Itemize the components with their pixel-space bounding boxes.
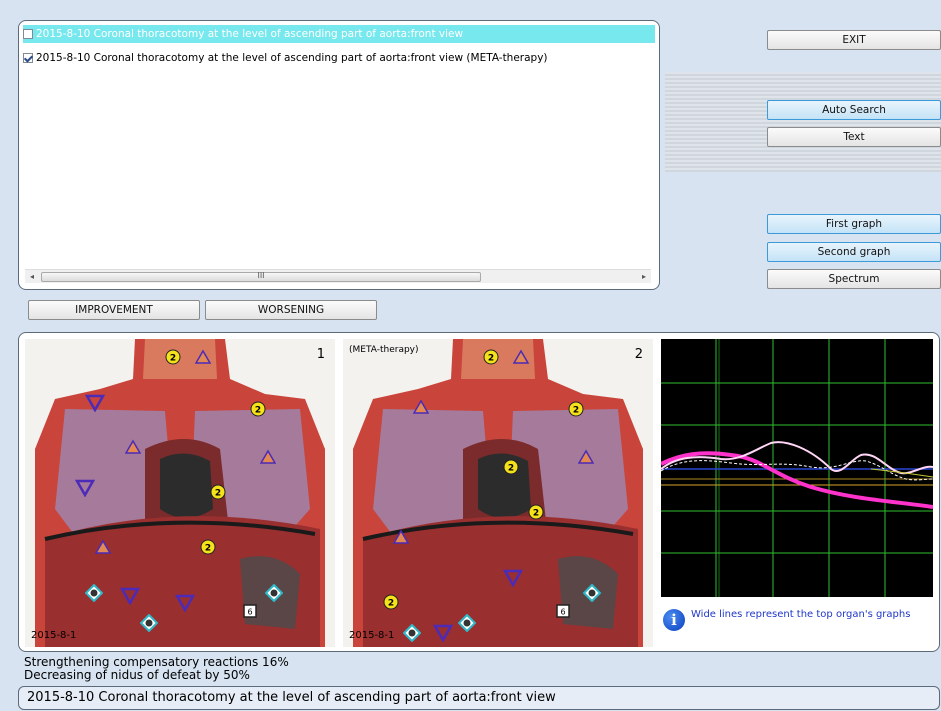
triangle-marker — [260, 449, 276, 464]
svg-text:2: 2 — [488, 354, 494, 364]
status-bar: 2015-8-10 Coronal thoracotomy at the lev… — [18, 686, 940, 710]
triangle-marker — [513, 349, 529, 364]
graph-canvas — [660, 339, 934, 597]
square-marker: 6 — [556, 604, 570, 618]
triangle-marker — [578, 449, 594, 464]
triangle-marker — [503, 569, 523, 587]
image-date: 2015-8-1 — [31, 630, 77, 641]
diamond-marker — [583, 584, 601, 602]
text-button[interactable]: Text — [767, 127, 941, 147]
summary-line-nidus: Decreasing of nidus of defeat by 50% — [24, 668, 250, 682]
triangle-marker — [393, 529, 409, 544]
list-item[interactable]: 2015-8-10 Coronal thoracotomy at the lev… — [23, 49, 655, 67]
second-graph-button[interactable]: Second graph — [767, 242, 941, 262]
svg-text:2: 2 — [573, 406, 579, 416]
hexagon-marker: 2 — [383, 594, 399, 610]
hexagon-marker: 2 — [568, 401, 584, 417]
triangle-marker — [75, 479, 95, 497]
svg-text:2: 2 — [508, 464, 514, 474]
square-marker: 6 — [243, 604, 257, 618]
list-item-label: 2015-8-10 Coronal thoracotomy at the lev… — [36, 52, 548, 64]
hexagon-marker: 2 — [528, 504, 544, 520]
image-tag: (META-therapy) — [349, 345, 419, 355]
triangle-marker — [413, 399, 429, 414]
analysis-summary: Strengthening compensatory reactions 16%… — [24, 656, 289, 682]
graph-info-text: Wide lines represent the top organ's gra… — [691, 609, 911, 620]
diamond-marker — [458, 614, 476, 632]
diamond-marker — [140, 614, 158, 632]
scroll-left-icon[interactable]: ◂ — [25, 270, 39, 284]
triangle-marker — [433, 624, 453, 642]
scroll-right-icon[interactable]: ▸ — [637, 270, 651, 284]
svg-text:2: 2 — [255, 406, 261, 416]
first-graph-button[interactable]: First graph — [767, 214, 941, 234]
spectrum-button[interactable]: Spectrum — [767, 269, 941, 289]
diamond-marker — [85, 584, 103, 602]
list-item[interactable]: 2015-8-10 Coronal thoracotomy at the lev… — [23, 25, 655, 43]
exit-button[interactable]: EXIT — [767, 30, 941, 50]
svg-text:2: 2 — [388, 599, 394, 609]
svg-text:2: 2 — [533, 509, 539, 519]
checkbox[interactable] — [23, 53, 33, 63]
hexagon-marker: 2 — [200, 539, 216, 555]
image-date: 2015-8-1 — [349, 630, 395, 641]
analysis-list[interactable]: 2015-8-10 Coronal thoracotomy at the lev… — [18, 20, 660, 290]
triangle-marker — [120, 587, 140, 605]
svg-text:6: 6 — [560, 608, 565, 617]
hexagon-marker: 2 — [483, 349, 499, 365]
image-number: 1 — [316, 347, 325, 362]
graph-info: i Wide lines represent the top organ's g… — [661, 603, 939, 633]
checkbox[interactable] — [23, 29, 33, 39]
hexagon-marker: 2 — [503, 459, 519, 475]
svg-text:2: 2 — [215, 489, 221, 499]
torso-image-1[interactable]: 2 2 2 2 6 1 2015-8-1 — [25, 339, 335, 647]
triangle-marker — [175, 594, 195, 612]
triangle-marker — [95, 539, 111, 554]
diamond-marker — [265, 584, 283, 602]
hexagon-marker: 2 — [165, 349, 181, 365]
image-number: 2 — [634, 347, 643, 362]
torso-image-2[interactable]: 2 2 2 2 2 6 (META-therapy) 2 2015-8-1 — [343, 339, 653, 647]
svg-text:6: 6 — [247, 608, 252, 617]
triangle-marker — [85, 394, 105, 412]
auto-search-button[interactable]: Auto Search — [767, 100, 941, 120]
svg-text:2: 2 — [170, 354, 176, 364]
worsening-button[interactable]: WORSENING — [205, 300, 377, 320]
info-icon: i — [663, 609, 685, 631]
hexagon-marker: 2 — [210, 484, 226, 500]
right-panel-band — [665, 72, 941, 172]
improvement-button[interactable]: IMPROVEMENT — [28, 300, 200, 320]
horizontal-scrollbar[interactable]: ◂ III ▸ — [25, 269, 651, 283]
triangle-marker — [125, 439, 141, 454]
organ-graph[interactable] — [660, 339, 934, 597]
list-item-label: 2015-8-10 Coronal thoracotomy at the lev… — [36, 28, 464, 40]
triangle-marker — [195, 349, 211, 364]
diamond-marker — [403, 624, 421, 642]
scroll-thumb[interactable]: III — [41, 272, 481, 282]
images-panel: 2 2 2 2 6 1 2015-8-1 2 2 2 2 2 6 (META-t… — [18, 332, 940, 652]
svg-text:2: 2 — [205, 544, 211, 554]
hexagon-marker: 2 — [250, 401, 266, 417]
